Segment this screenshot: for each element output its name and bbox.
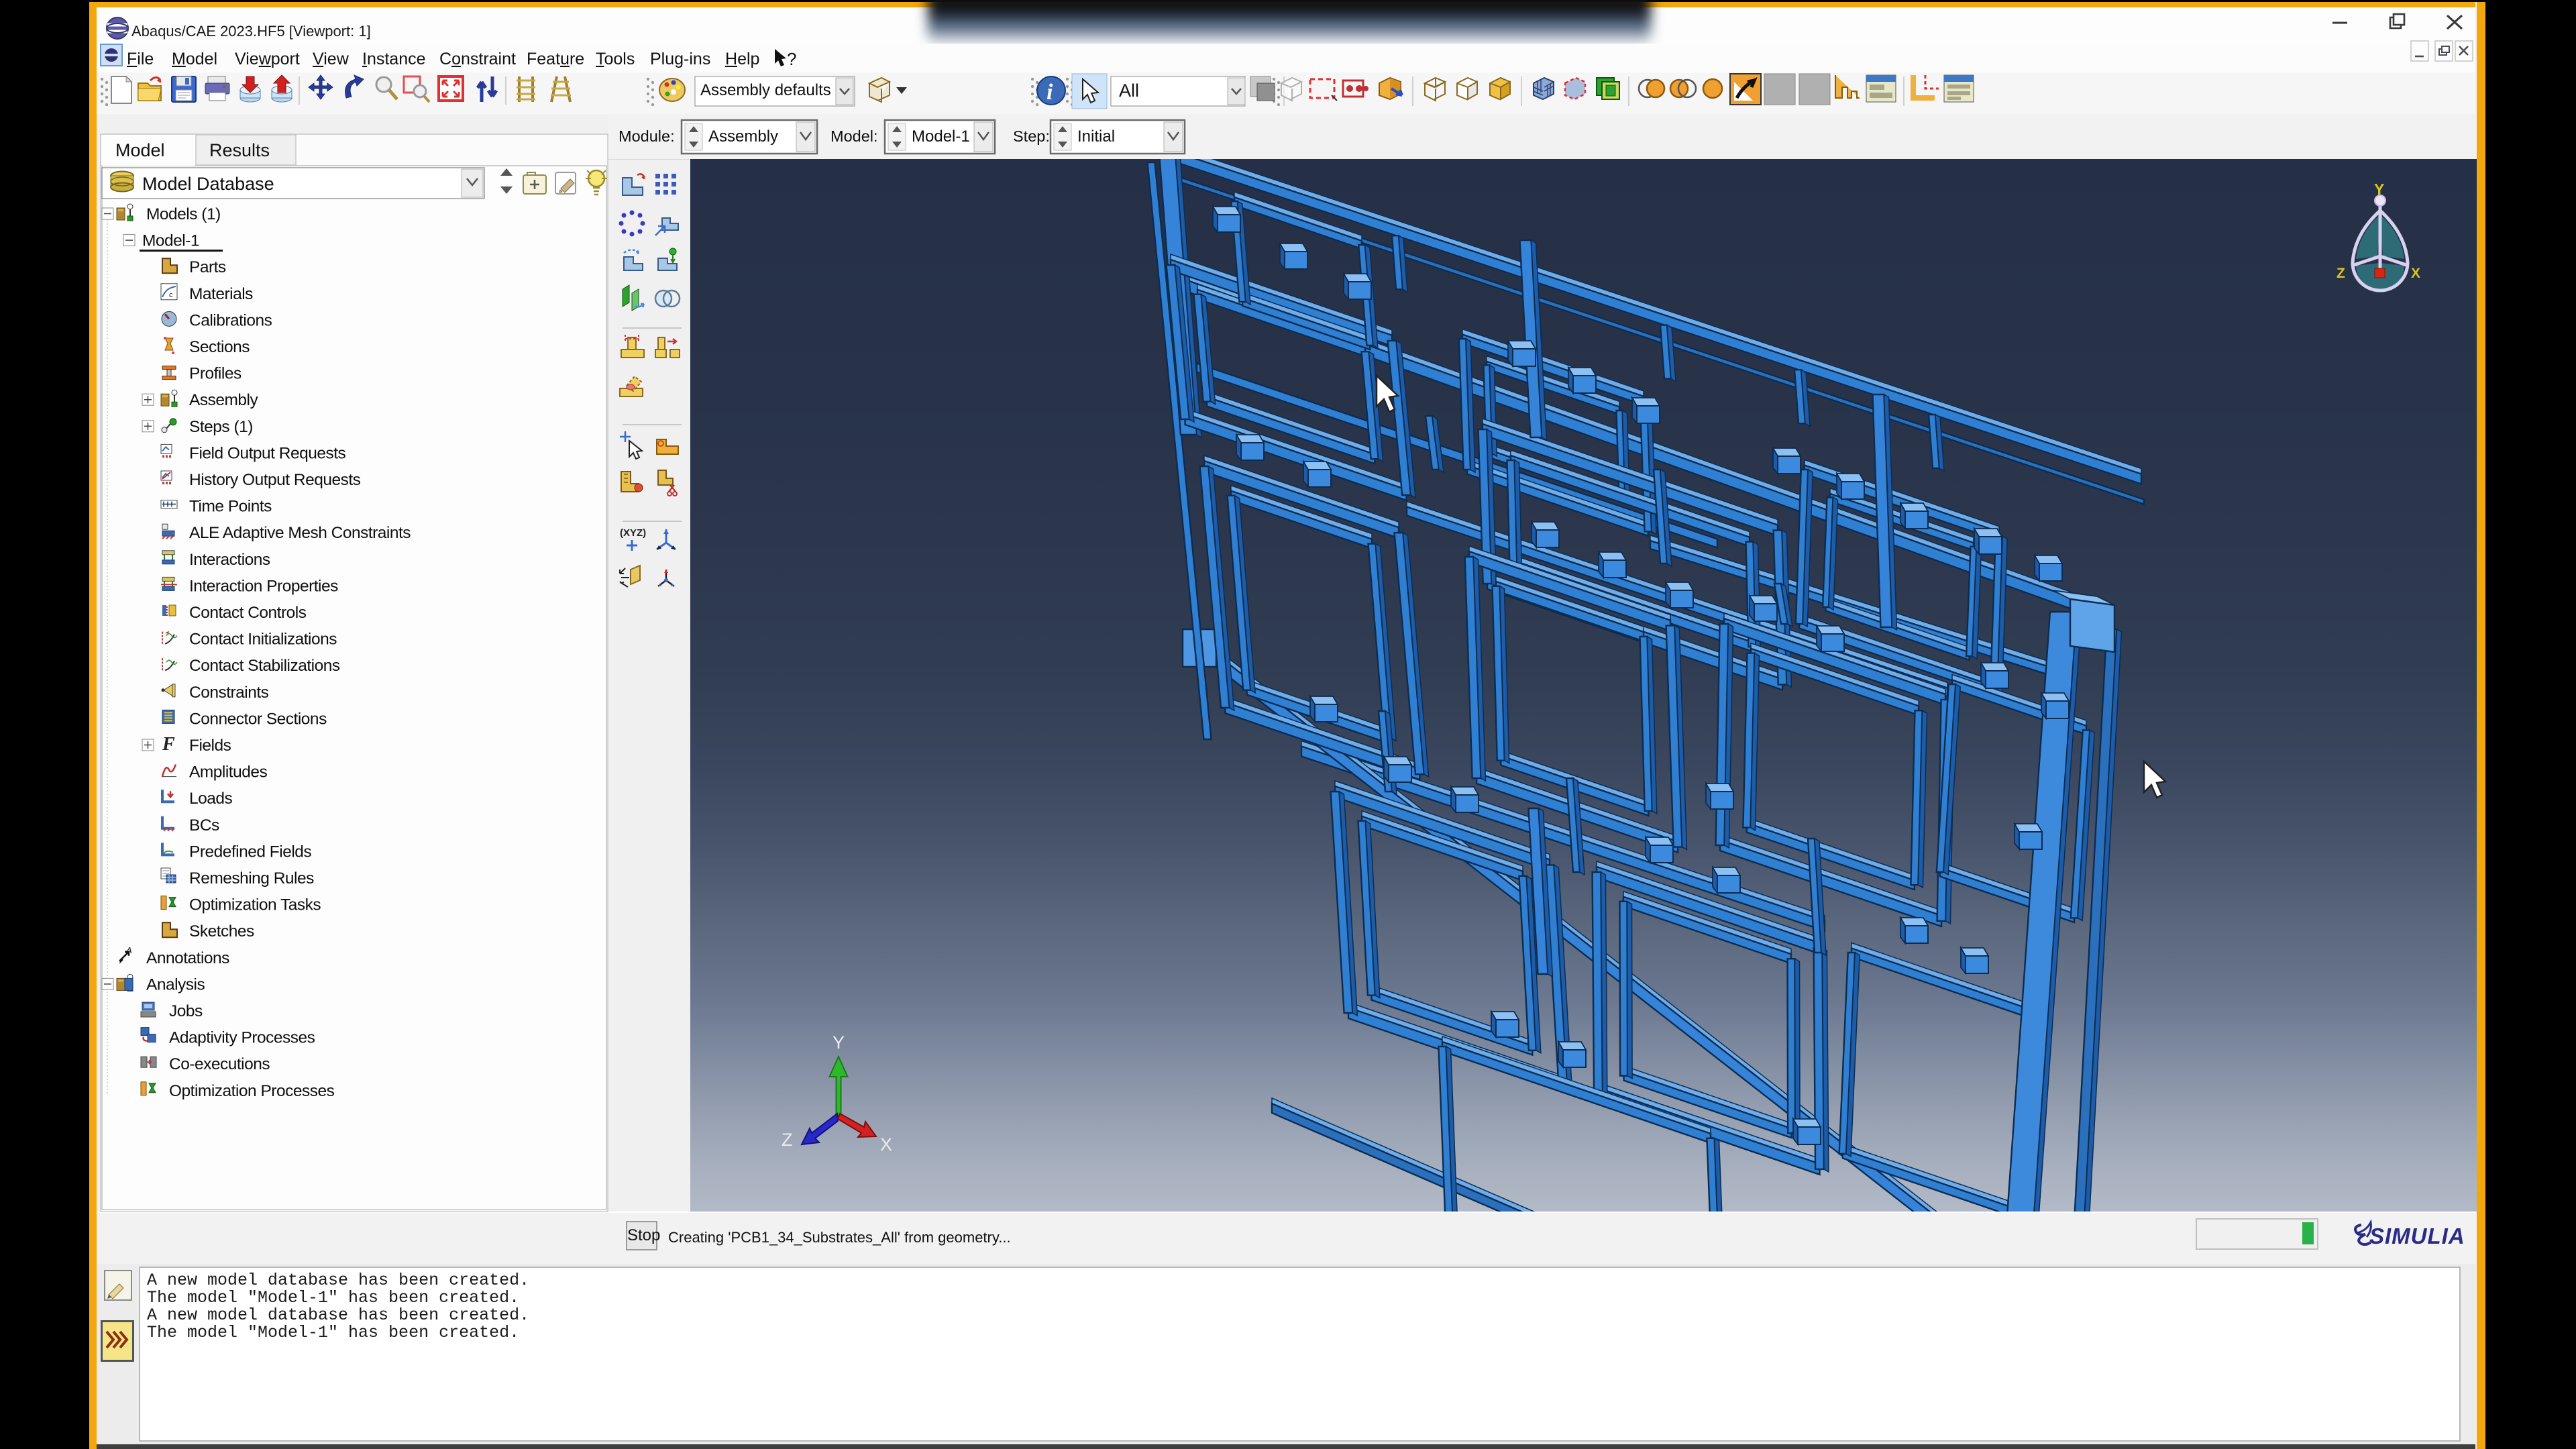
svg-text:?: ? bbox=[787, 49, 796, 69]
svg-text:Y: Y bbox=[2374, 180, 2384, 198]
svg-text:Y: Y bbox=[833, 1032, 845, 1053]
svg-text:X: X bbox=[880, 1134, 892, 1155]
svg-text:Z: Z bbox=[782, 1130, 793, 1150]
svg-text:Z: Z bbox=[2337, 266, 2345, 281]
svg-text:SIMULIA: SIMULIA bbox=[2369, 1224, 2465, 1248]
svg-text:X: X bbox=[2411, 266, 2420, 281]
